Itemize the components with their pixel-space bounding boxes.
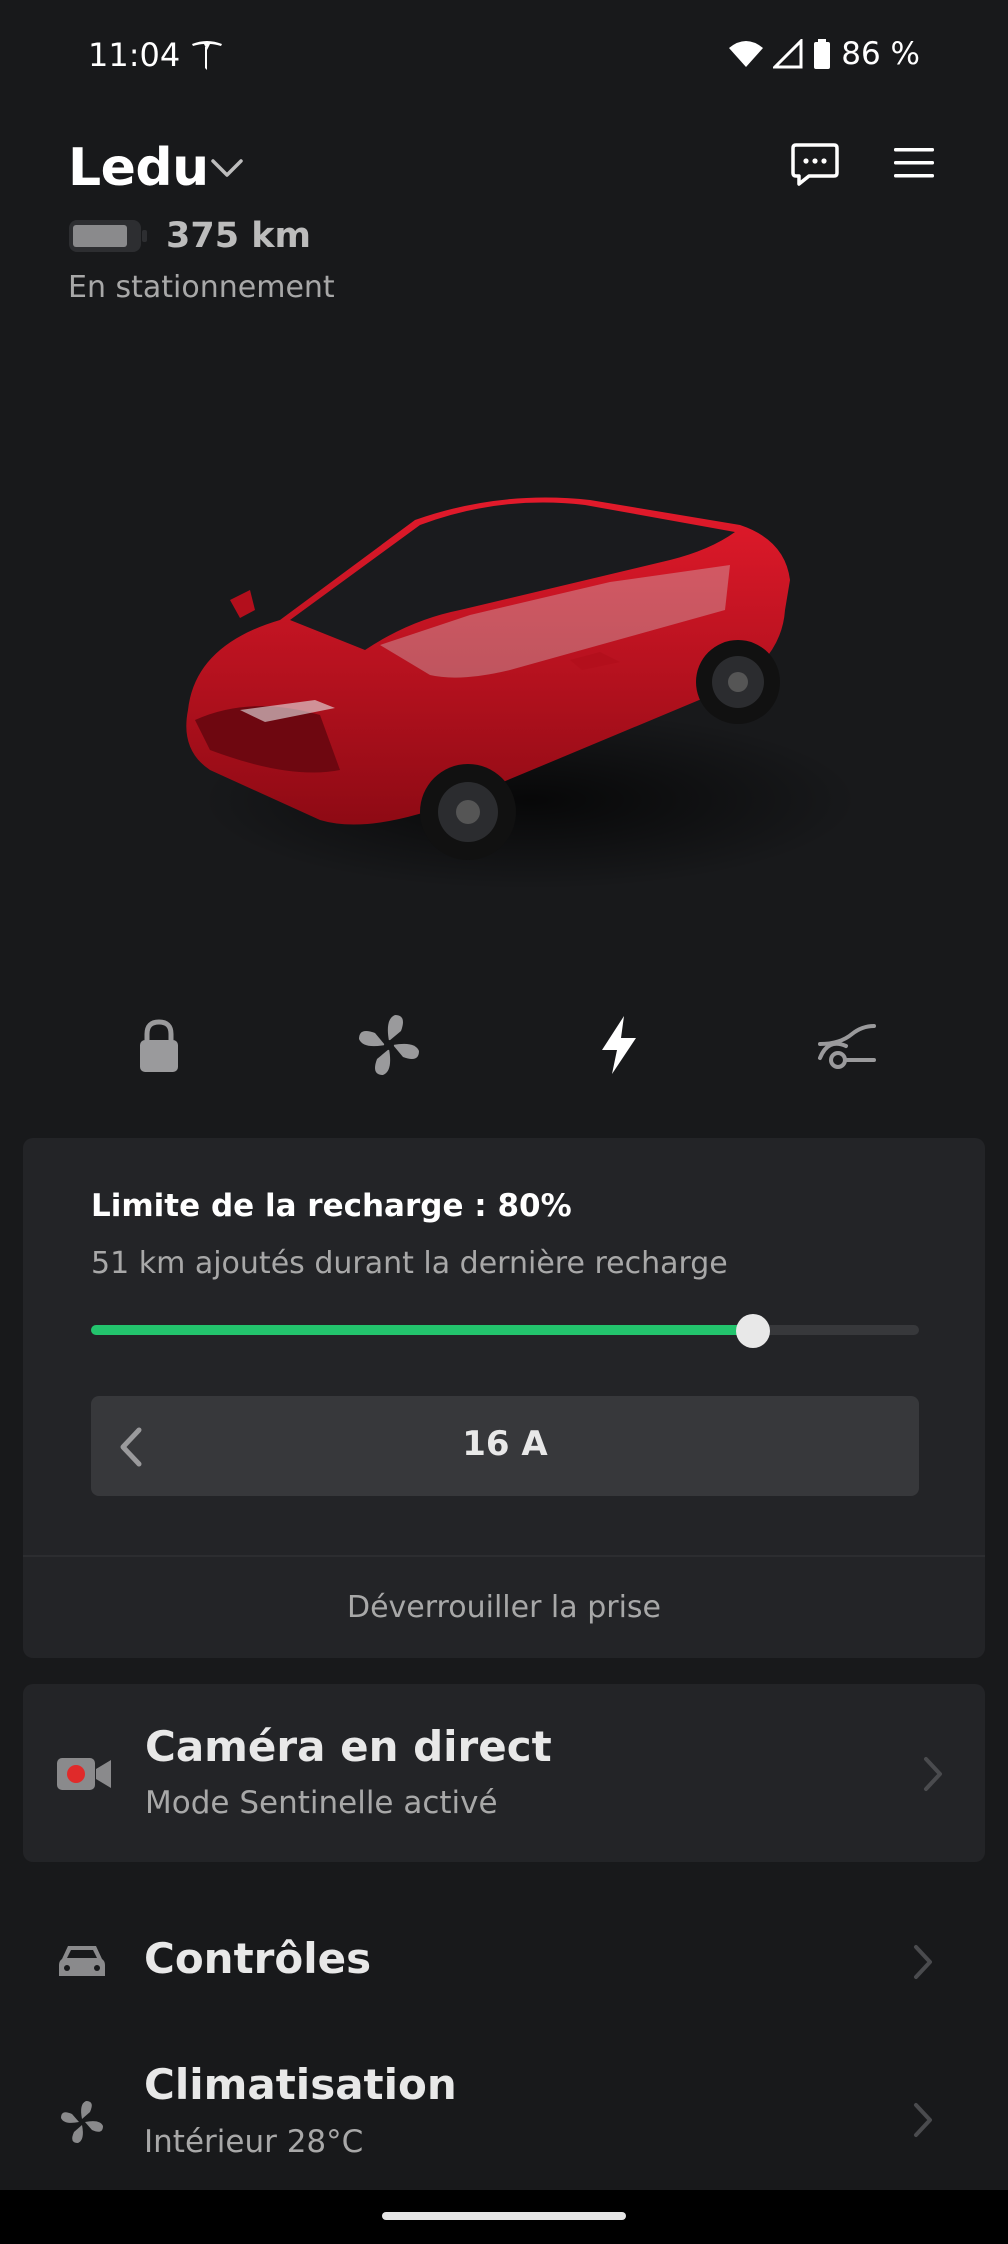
charge-limit-slider[interactable] (91, 1325, 919, 1335)
vehicle-image (186, 497, 860, 890)
status-icons: 86 % (729, 36, 920, 72)
climate-row[interactable]: Climatisation Intérieur 28°C (0, 2040, 1008, 2200)
home-handle[interactable] (382, 2212, 626, 2220)
camera-title: Caméra en direct (145, 1722, 552, 1771)
amperage-control: 16 A (91, 1396, 919, 1496)
slider-knob[interactable] (736, 1314, 770, 1348)
live-camera-card[interactable]: Caméra en direct Mode Sentinelle activé (23, 1684, 985, 1862)
climate-label: Climatisation (144, 2060, 457, 2109)
fan-icon (61, 2101, 103, 2143)
battery-icon (814, 39, 831, 69)
chevron-down-icon[interactable] (210, 156, 244, 180)
vehicle-name[interactable]: Ledu (68, 138, 209, 198)
car-icon (59, 1946, 105, 1976)
controls-row[interactable]: Contrôles (0, 1906, 1008, 2016)
fan-icon[interactable] (354, 1010, 424, 1080)
charging-card: Limite de la recharge : 80% 51 km ajouté… (23, 1138, 985, 1658)
battery-percent: 86 % (841, 36, 920, 72)
range-indicator: 375 km (68, 216, 311, 256)
vehicle-battery-icon (69, 220, 147, 252)
chevron-right-icon (914, 2103, 932, 2137)
climate-subtitle: Intérieur 28°C (144, 2124, 364, 2160)
park-status: En stationnement (68, 270, 335, 305)
amperage-value: 16 A (462, 1424, 548, 1464)
cell-signal-icon (773, 39, 803, 69)
camera-subtitle: Mode Sentinelle activé (145, 1785, 498, 1821)
video-camera-icon (57, 1758, 111, 1790)
range-value: 375 km (166, 216, 311, 256)
charge-added-text: 51 km ajoutés durant la dernière recharg… (91, 1246, 728, 1281)
unlock-port-button[interactable]: Déverrouiller la prise (23, 1590, 985, 1625)
wifi-icon (729, 41, 764, 67)
controls-label: Contrôles (144, 1934, 372, 1983)
menu-icon[interactable] (892, 145, 936, 181)
message-icon[interactable] (790, 142, 840, 186)
charge-limit-text: Limite de la recharge : 80% (91, 1188, 572, 1224)
chevron-right-icon (924, 1757, 942, 1791)
lightning-icon[interactable] (584, 1010, 654, 1080)
vent-icon[interactable] (812, 1010, 882, 1080)
divider (23, 1555, 985, 1557)
slider-fill (91, 1325, 753, 1335)
tesla-logo-icon (192, 41, 222, 70)
status-time: 11:04 (88, 36, 181, 74)
navigation-bar (0, 2190, 1008, 2244)
chevron-right-icon (914, 1945, 932, 1979)
lock-icon[interactable] (124, 1010, 194, 1080)
